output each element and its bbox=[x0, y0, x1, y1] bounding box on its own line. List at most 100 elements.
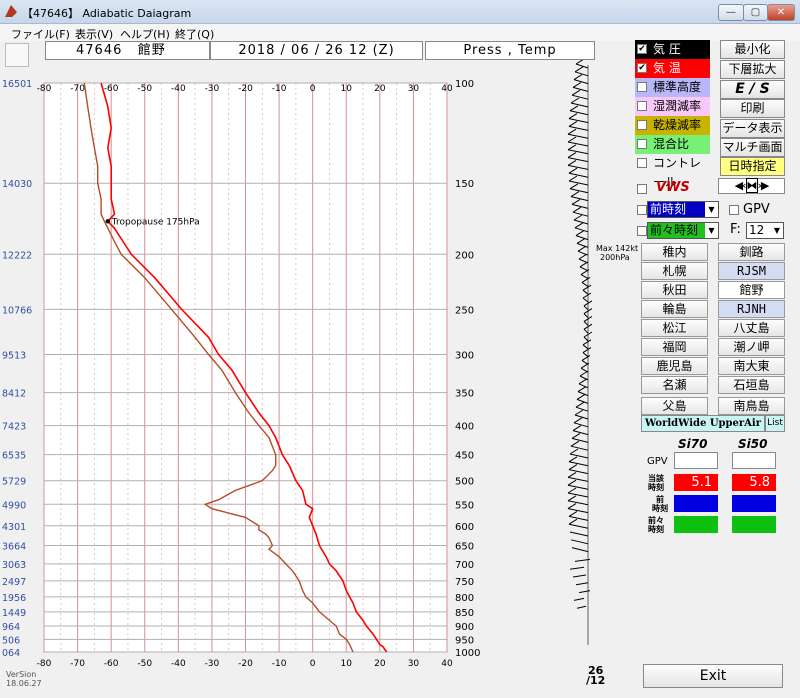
exit-button[interactable]: Exit bbox=[643, 664, 783, 688]
prev2-time-select[interactable]: 前々時刻 ▼ bbox=[647, 222, 719, 239]
wind-barb bbox=[568, 469, 589, 475]
si-prev2-label-a: 前々 bbox=[648, 516, 664, 525]
wind-barb bbox=[571, 94, 589, 100]
height-tick-label: 2497 bbox=[2, 577, 26, 588]
layer-row[interactable]: 混合比 bbox=[635, 135, 710, 154]
mode-header: Press , Temp bbox=[425, 41, 595, 60]
maximize-window-button[interactable]: ▢ bbox=[743, 4, 768, 21]
height-tick-label: 3664 bbox=[2, 542, 26, 553]
height-tick-label: 4990 bbox=[2, 500, 26, 511]
data-display-button[interactable]: データ表示 bbox=[720, 119, 785, 138]
wind-barb-flag bbox=[567, 495, 577, 502]
menu-view[interactable]: 表示(V) bbox=[75, 26, 113, 42]
gpv-checkbox[interactable] bbox=[729, 205, 739, 215]
station-button[interactable]: 潮ノ岬 bbox=[718, 338, 785, 356]
station-button[interactable]: 福岡 bbox=[641, 338, 708, 356]
window-title: 【47646】 Adiabatic Daiagram bbox=[22, 7, 192, 20]
layer-row[interactable]: 乾燥減率 bbox=[635, 116, 710, 135]
wind-barb-flag bbox=[569, 448, 579, 455]
station-button[interactable]: 輪島 bbox=[641, 300, 708, 318]
es-button[interactable]: E / S bbox=[720, 80, 785, 99]
station-button[interactable]: RJNH bbox=[718, 300, 785, 318]
date-specify-button[interactable]: 日時指定 bbox=[720, 157, 785, 176]
x-tick-label: -10 bbox=[272, 659, 287, 669]
x-tick-label: -40 bbox=[171, 84, 186, 94]
wind-barb bbox=[583, 336, 589, 342]
prev2-time-checkbox[interactable] bbox=[637, 226, 647, 236]
list-button[interactable]: List bbox=[765, 415, 785, 432]
station-button[interactable]: 南鳥島 bbox=[718, 397, 785, 415]
dropdown-icon[interactable]: ▼ bbox=[705, 202, 718, 217]
prev-step-icon[interactable]: ◀ bbox=[735, 179, 744, 192]
station-button[interactable]: RJSM bbox=[718, 262, 785, 280]
print-button[interactable]: 印刷 bbox=[720, 99, 785, 118]
layer-row[interactable]: ✔ 気 圧 bbox=[635, 40, 710, 59]
wind-barb-flag bbox=[567, 136, 577, 143]
menu-file[interactable]: ファイル(F) bbox=[11, 26, 70, 42]
wind-barb-flag bbox=[571, 198, 581, 205]
wind-barb-flag bbox=[569, 105, 579, 112]
minimize-window-button[interactable]: — bbox=[718, 4, 744, 21]
prev-time-checkbox[interactable] bbox=[637, 205, 647, 215]
pressure-tick-label: 300 bbox=[455, 350, 474, 361]
wind-barb-flag bbox=[567, 503, 577, 510]
height-tick-label: 7423 bbox=[2, 422, 26, 433]
wind-barb-flag bbox=[574, 66, 584, 73]
height-tick-label: 1956 bbox=[2, 593, 26, 604]
layer-row[interactable]: ✔ 気 温 bbox=[635, 59, 710, 78]
x-tick-label: -10 bbox=[272, 84, 287, 94]
corner-handle[interactable] bbox=[5, 43, 29, 67]
station-button[interactable]: 南大東 bbox=[718, 357, 785, 375]
multi-screen-button[interactable]: マルチ画面 bbox=[720, 138, 785, 157]
prev-time-select[interactable]: 前時刻 ▼ bbox=[647, 201, 719, 218]
si-prev-label-b: 時刻 bbox=[652, 504, 668, 513]
next-step-icon[interactable]: ▶ bbox=[761, 179, 770, 192]
station-button[interactable]: 稚内 bbox=[641, 243, 708, 261]
station-button[interactable]: 札幌 bbox=[641, 262, 708, 280]
layer-row[interactable]: 湿潤減率 bbox=[635, 97, 710, 116]
current-icon[interactable]: ⧓ bbox=[745, 178, 758, 193]
menu-help[interactable]: ヘルプ(H) bbox=[120, 26, 170, 42]
layer-row[interactable]: 標準高度 bbox=[635, 78, 710, 97]
station-button[interactable]: 名瀬 bbox=[641, 376, 708, 394]
menu-exit[interactable]: 終了(Q) bbox=[175, 26, 214, 42]
minimize-button[interactable]: 最小化 bbox=[720, 40, 785, 59]
worldwide-upperair-button[interactable]: WorldWide UpperAir bbox=[641, 415, 765, 432]
wind-barb-flag bbox=[579, 370, 589, 377]
station-button[interactable]: 館野 bbox=[718, 281, 785, 299]
wind-barb bbox=[569, 110, 589, 116]
wind-barb-flag bbox=[572, 206, 582, 213]
wind-barb bbox=[569, 453, 589, 459]
station-button[interactable]: 父島 bbox=[641, 397, 708, 415]
x-tick-label: 0 bbox=[310, 84, 316, 94]
wind-barb bbox=[568, 515, 589, 521]
wind-barb bbox=[575, 582, 589, 586]
close-window-button[interactable]: ✕ bbox=[767, 4, 795, 21]
time-navigator[interactable]: ◀‹⧓›▶ bbox=[718, 178, 785, 194]
wind-barb bbox=[571, 437, 589, 443]
layer-label: コントレール bbox=[653, 156, 702, 189]
station-button[interactable]: 鹿児島 bbox=[641, 357, 708, 375]
layer-row[interactable]: コントレール bbox=[635, 154, 710, 189]
lower-zoom-button[interactable]: 下層拡大 bbox=[720, 60, 785, 79]
barb-time-hour: /12 bbox=[586, 674, 606, 687]
f-select[interactable]: 12 ▼ bbox=[746, 222, 784, 239]
pressure-tick-label: 450 bbox=[455, 451, 474, 462]
station-button[interactable]: 松江 bbox=[641, 319, 708, 337]
station-button[interactable]: 秋田 bbox=[641, 281, 708, 299]
wind-barb-flag bbox=[577, 386, 587, 393]
vws-checkbox[interactable] bbox=[637, 184, 647, 194]
si50-prev-value bbox=[732, 495, 776, 512]
dropdown-icon[interactable]: ▼ bbox=[705, 223, 718, 238]
station-button[interactable]: 石垣島 bbox=[718, 376, 785, 394]
wind-barb bbox=[567, 133, 589, 139]
wind-barb bbox=[579, 266, 589, 272]
height-tick-label: 5729 bbox=[2, 477, 26, 488]
prev-small-icon[interactable]: ‹ bbox=[742, 179, 747, 192]
station-button[interactable]: 釧路 bbox=[718, 243, 785, 261]
height-tick-label: 14030 bbox=[2, 179, 32, 190]
wind-barb-flag bbox=[568, 120, 578, 127]
pressure-tick-label: 400 bbox=[455, 422, 474, 433]
station-button[interactable]: 八丈島 bbox=[718, 319, 785, 337]
dropdown-icon[interactable]: ▼ bbox=[771, 223, 783, 238]
